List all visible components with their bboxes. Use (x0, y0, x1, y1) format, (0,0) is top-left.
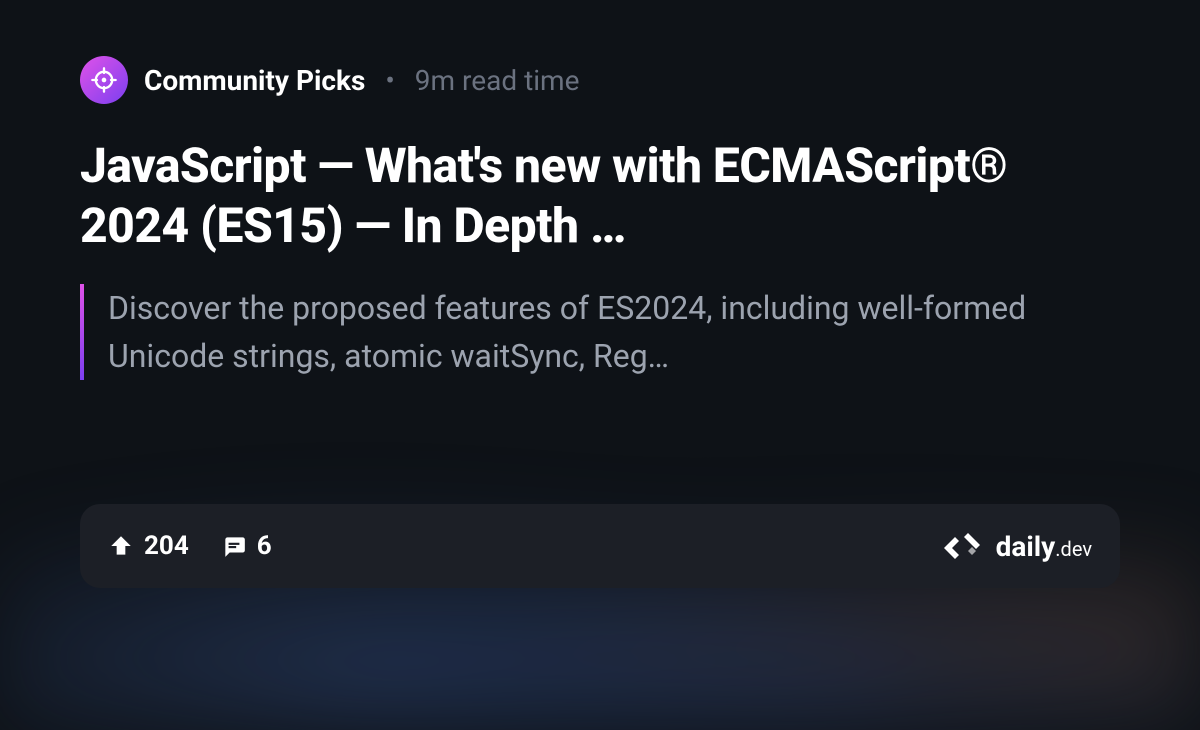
source-avatar[interactable] (80, 56, 128, 104)
description-block: Discover the proposed features of ES2024… (80, 284, 1120, 380)
separator-dot: • (385, 64, 394, 97)
brand-name: daily (996, 530, 1056, 563)
article-title[interactable]: JavaScript — What's new with ECMAScript®… (80, 136, 1120, 256)
comment-stat[interactable]: 6 (221, 531, 272, 561)
upvote-count: 204 (144, 531, 189, 561)
upvote-stat[interactable]: 204 (108, 531, 189, 561)
source-name[interactable]: Community Picks (144, 64, 365, 97)
article-card: Community Picks • 9m read time JavaScrip… (0, 0, 1200, 380)
footer-bar: 204 6 daily.dev (80, 504, 1120, 588)
brand-text: daily.dev (996, 530, 1092, 563)
stats-group: 204 6 (108, 531, 272, 561)
read-time: 9m read time (415, 64, 580, 97)
comment-icon (221, 533, 247, 559)
crosshair-icon (90, 66, 118, 94)
upvote-icon (108, 533, 134, 559)
brand[interactable]: daily.dev (944, 524, 1092, 568)
comment-count: 6 (257, 531, 272, 561)
card-header: Community Picks • 9m read time (80, 56, 1120, 104)
article-description: Discover the proposed features of ES2024… (108, 284, 1120, 380)
brand-logo-icon (944, 524, 984, 568)
brand-suffix: .dev (1055, 537, 1092, 561)
